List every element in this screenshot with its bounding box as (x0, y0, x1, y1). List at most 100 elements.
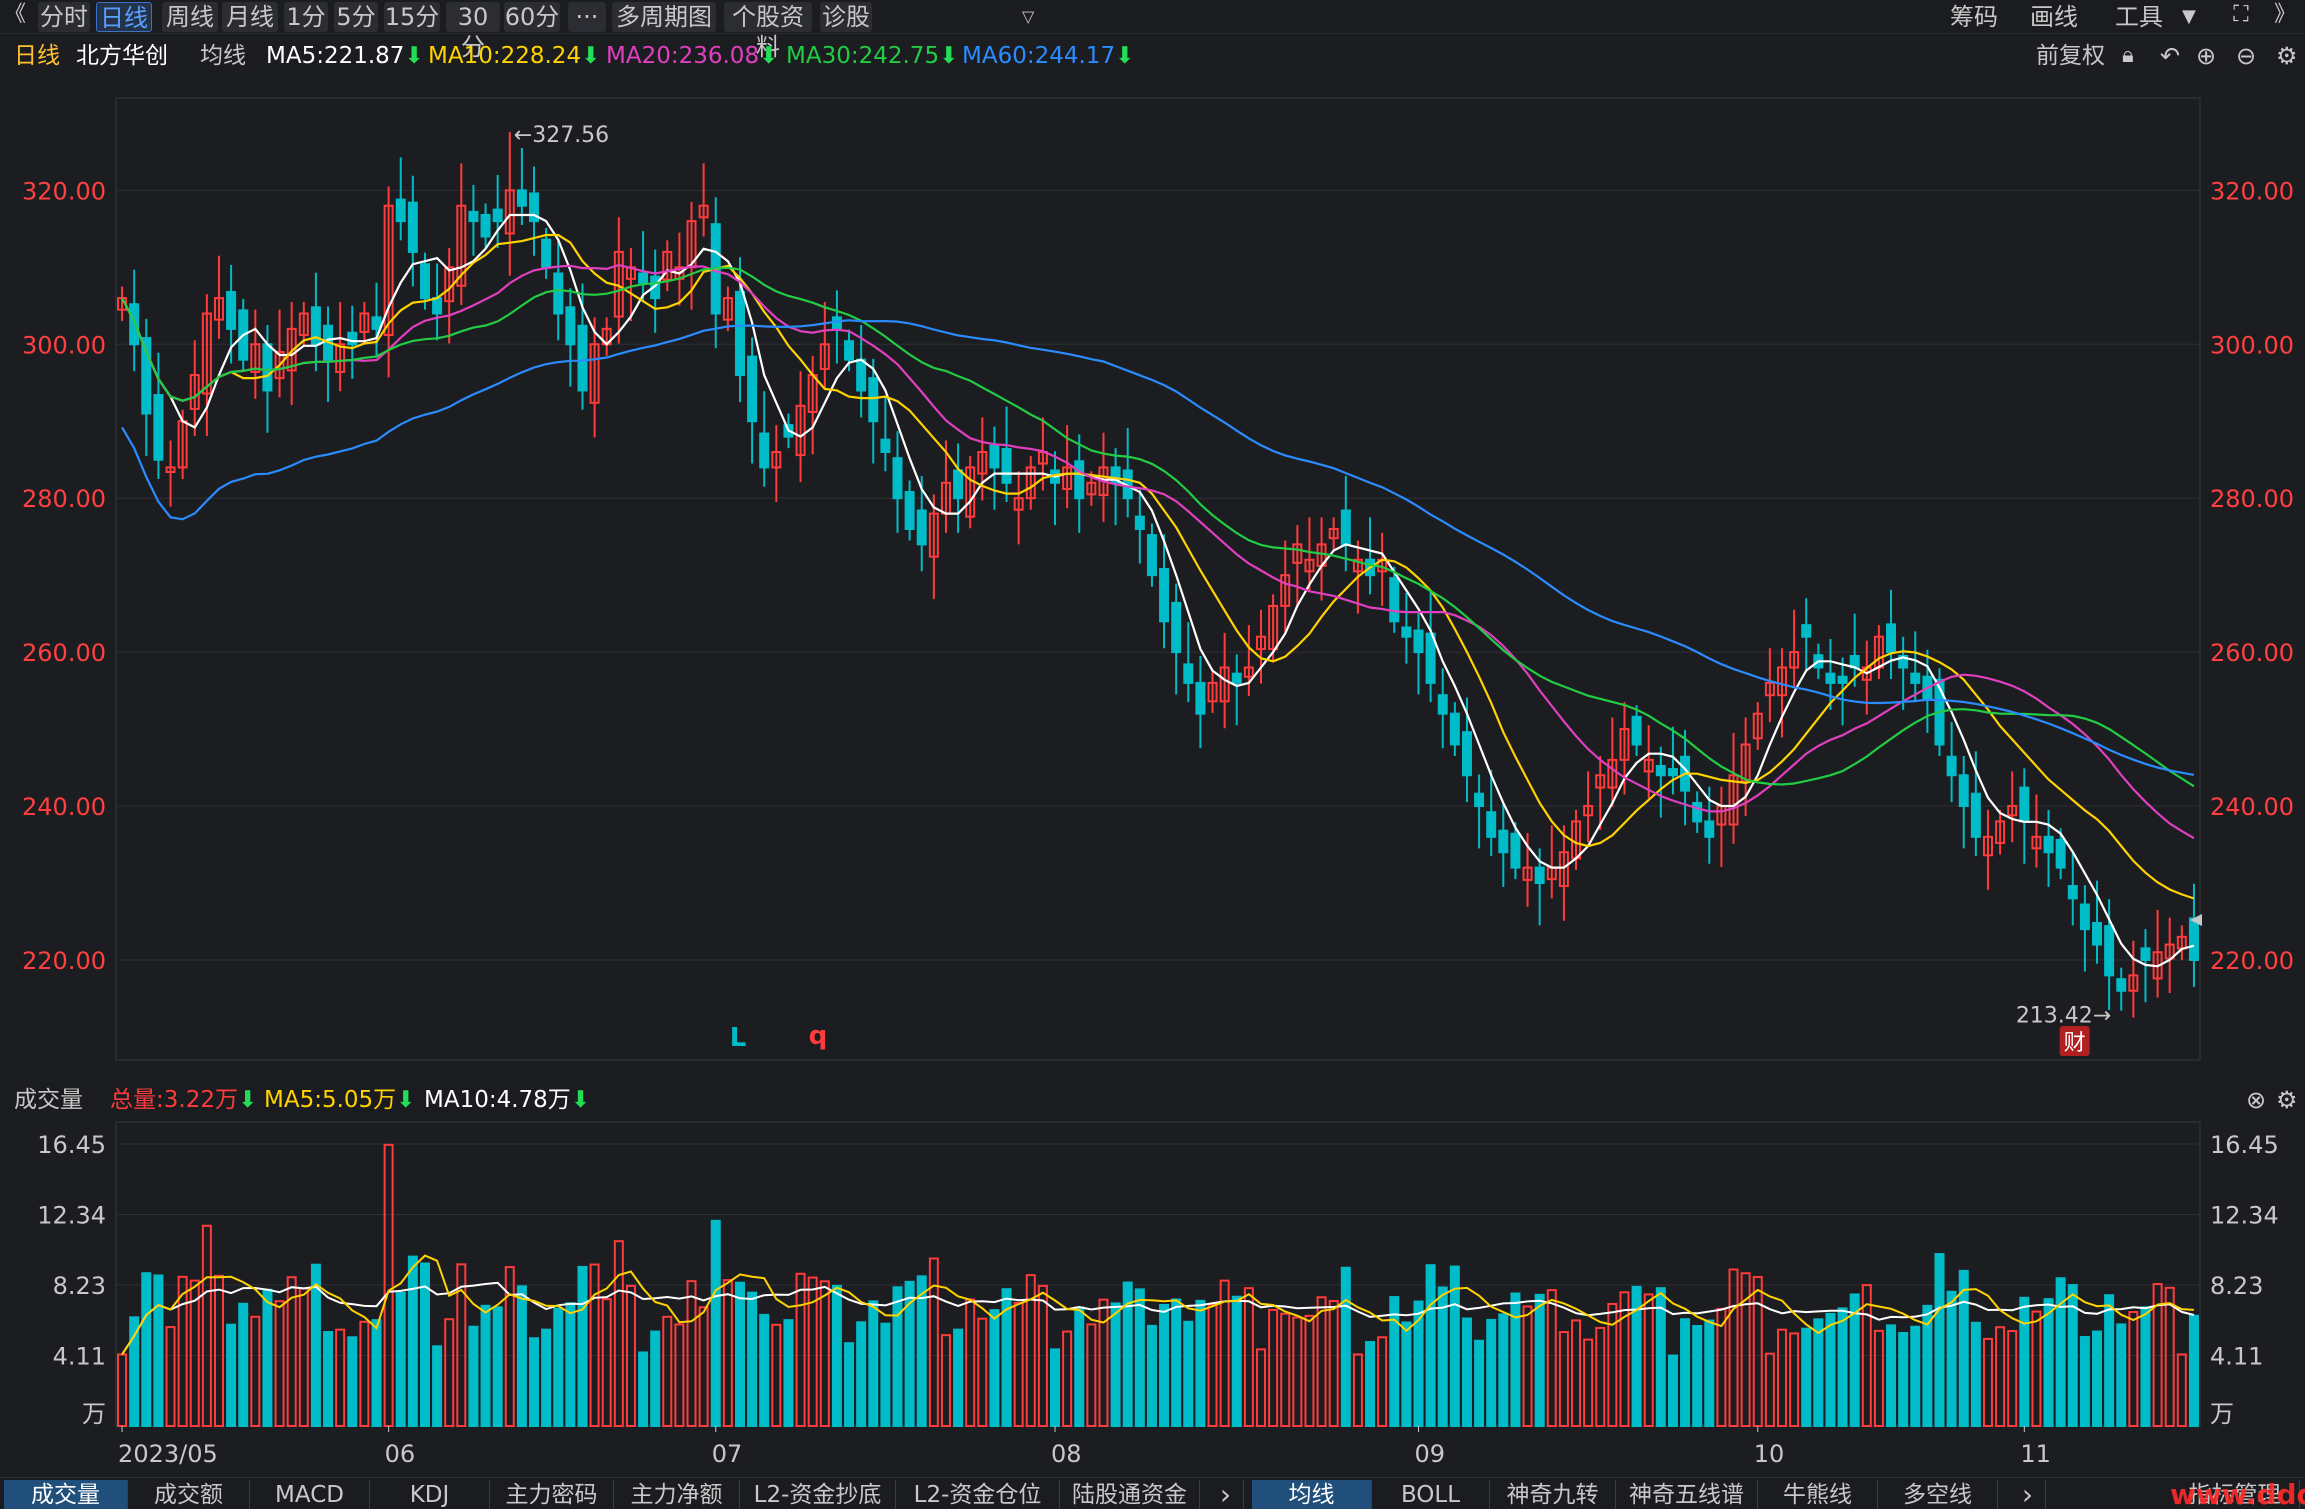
volume-bar[interactable] (2019, 1296, 2030, 1427)
candle-body[interactable] (480, 213, 491, 238)
indicator-tab-14[interactable]: 多空线 (1878, 1480, 1998, 1509)
candle-body[interactable] (2104, 925, 2115, 977)
indicator-tab-0[interactable]: 成交量 (4, 1480, 128, 1509)
candle-body[interactable] (880, 438, 891, 454)
indicator-tab-3[interactable]: KDJ (370, 1480, 490, 1509)
candle-body[interactable] (1910, 672, 1921, 684)
candle-body[interactable] (2019, 786, 2030, 823)
volume-bar[interactable] (880, 1322, 891, 1428)
volume-bar[interactable] (565, 1302, 576, 1427)
candle-body[interactable] (492, 208, 503, 223)
candle-body[interactable] (1486, 811, 1497, 838)
volume-bar[interactable] (1159, 1303, 1170, 1428)
volume-bar[interactable] (1401, 1321, 1412, 1427)
chip-button[interactable]: 筹码 (1950, 2, 1998, 32)
volume-bar[interactable] (2128, 1311, 2139, 1427)
volume-bar[interactable] (1837, 1307, 1848, 1427)
volume-bar[interactable] (1995, 1326, 2006, 1427)
volume-bar[interactable] (1050, 1348, 1061, 1427)
candle-body[interactable] (1183, 663, 1194, 684)
volume-bar[interactable] (432, 1345, 443, 1428)
candle-body[interactable] (1704, 820, 1715, 838)
candle-body[interactable] (407, 201, 418, 253)
candle-body[interactable] (2067, 885, 2078, 900)
volume-bar[interactable] (1461, 1317, 1472, 1427)
expand-right-icon[interactable]: 》 (2272, 2, 2298, 28)
volume-bar[interactable] (1316, 1296, 1327, 1427)
volume-bar[interactable] (650, 1330, 661, 1428)
volume-bar[interactable] (819, 1280, 830, 1427)
candle-body[interactable] (916, 509, 927, 546)
indicator-tab-1[interactable]: 成交额 (128, 1480, 250, 1509)
volume-bar[interactable] (383, 1143, 394, 1427)
candle-body[interactable] (856, 358, 867, 392)
volume-bar[interactable] (1619, 1291, 1630, 1427)
candle-body[interactable] (831, 316, 842, 330)
volume-bar[interactable] (2140, 1306, 2151, 1428)
volume-bar[interactable] (662, 1315, 673, 1427)
volume-bar[interactable] (347, 1336, 358, 1428)
volume-bar[interactable] (1825, 1312, 1836, 1427)
candle-body[interactable] (2188, 917, 2199, 961)
period-tab-0[interactable]: 分时 (38, 2, 90, 32)
volume-bar[interactable] (783, 1319, 794, 1427)
volume-bar[interactable] (1728, 1268, 1739, 1427)
draw-line-button[interactable]: 画线 (2030, 2, 2078, 32)
zoom-out-icon[interactable]: ⊖ (2236, 38, 2256, 74)
close-icon[interactable]: ⊗ (2246, 1082, 2266, 1118)
volume-bar[interactable] (1243, 1287, 1254, 1427)
volume-bar[interactable] (516, 1285, 527, 1427)
volume-bar[interactable] (1789, 1332, 1800, 1427)
candle-body[interactable] (1692, 801, 1703, 823)
volume-bar[interactable] (213, 1274, 224, 1427)
volume-bar[interactable] (674, 1323, 685, 1427)
candle-body[interactable] (1195, 681, 1206, 715)
candle-body[interactable] (1437, 694, 1448, 715)
volume-bar[interactable] (153, 1274, 164, 1427)
zoom-in-icon[interactable]: ⊕ (2196, 38, 2216, 74)
volume-bar[interactable] (1074, 1306, 1085, 1428)
volume-bar[interactable] (298, 1287, 309, 1427)
candle-body[interactable] (577, 324, 588, 392)
indicator-tab-6[interactable]: L2-资金抄底 (740, 1480, 896, 1509)
marker-q[interactable]: q (809, 1021, 828, 1051)
volume-bar[interactable] (2031, 1310, 2042, 1427)
volume-bar[interactable] (1498, 1313, 1509, 1427)
volume-bar[interactable] (1098, 1298, 1109, 1428)
volume-bar[interactable] (1231, 1295, 1242, 1427)
candle-body[interactable] (516, 189, 527, 207)
volume-bar[interactable] (589, 1263, 600, 1427)
volume-bar[interactable] (1280, 1312, 1291, 1427)
volume-bar[interactable] (1546, 1289, 1557, 1427)
volume-bar[interactable] (1522, 1305, 1533, 1427)
volume-bar[interactable] (444, 1318, 455, 1427)
volume-bar[interactable] (856, 1321, 867, 1428)
volume-bar[interactable] (1910, 1325, 1921, 1427)
volume-bar[interactable] (2104, 1294, 2115, 1427)
lock-icon[interactable]: 🔒︎ (2122, 38, 2134, 74)
volume-bar[interactable] (1801, 1327, 1812, 1427)
volume-bar[interactable] (1292, 1316, 1303, 1427)
indicator-tab-7[interactable]: L2-资金仓位 (896, 1480, 1060, 1509)
candle-body[interactable] (1534, 866, 1545, 884)
candle-body[interactable] (1667, 768, 1678, 777)
volume-bar[interactable] (177, 1275, 188, 1427)
volume-bar[interactable] (2043, 1298, 2054, 1427)
volume-bar[interactable] (226, 1323, 237, 1427)
period-tab-2[interactable]: 周线 (162, 2, 218, 32)
volume-bar[interactable] (165, 1326, 176, 1427)
volume-bar[interactable] (1207, 1303, 1218, 1427)
volume-bar[interactable] (1898, 1332, 1909, 1427)
undo-icon[interactable]: ↶ (2160, 38, 2180, 74)
candle-body[interactable] (153, 394, 164, 461)
candle-body[interactable] (1886, 623, 1897, 654)
candle-body[interactable] (432, 297, 443, 315)
volume-bar[interactable] (1195, 1299, 1206, 1428)
volume-chart[interactable]: 16.45 16.45 12.34 12.34 8.23 8.23 4.11 4.11 万 万 20… (0, 1118, 2305, 1477)
volume-bar[interactable] (1328, 1300, 1339, 1427)
volume-bar[interactable] (262, 1288, 273, 1427)
tools-dropdown-icon[interactable]: ▼ (2182, 2, 2196, 32)
volume-bar[interactable] (1389, 1296, 1400, 1427)
volume-bar[interactable] (2116, 1323, 2127, 1427)
volume-bar[interactable] (1365, 1341, 1376, 1427)
